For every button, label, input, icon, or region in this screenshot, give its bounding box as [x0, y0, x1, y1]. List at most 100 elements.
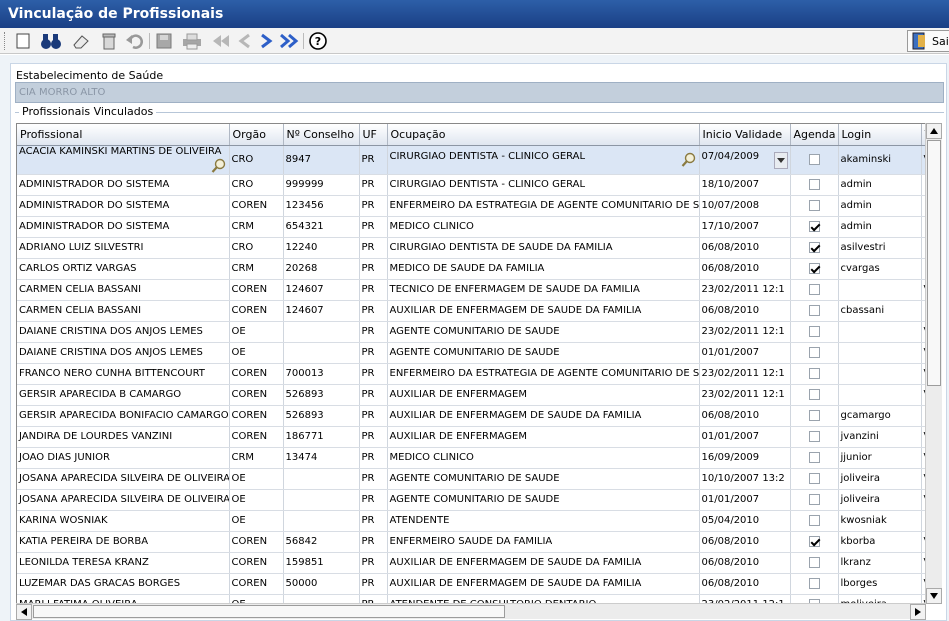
date-dropdown-icon[interactable]: [773, 151, 788, 169]
cell-orgao[interactable]: OE: [229, 321, 284, 343]
cell-login[interactable]: admin: [838, 216, 922, 238]
lookup-magnifier-icon[interactable]: [211, 158, 227, 174]
agenda-checkbox[interactable]: [808, 367, 820, 379]
cell-ocupacao[interactable]: TECNICO DE ENFERMAGEM DE SAUDE DA FAMILI…: [387, 279, 700, 301]
cell-ocupacao[interactable]: AGENTE COMUNITARIO DE SAUDE: [387, 321, 700, 343]
table-row[interactable]: DAIANE CRISTINA DOS ANJOS LEMES OE PR AGENT…: [17, 342, 925, 364]
cell-orgao[interactable]: OE: [229, 468, 284, 490]
cell-inicio-validade[interactable]: 10/07/2008: [699, 195, 791, 217]
cell-agenda[interactable]: [790, 384, 839, 406]
table-row[interactable]: JOSANA APARECIDA SILVEIRA DE OLIVEIRA OE P…: [17, 468, 925, 490]
table-row[interactable]: ADRIANO LUIZ SILVESTRI CRO 12240 PR CIRURGIA…: [17, 237, 925, 259]
cell-agenda[interactable]: [790, 405, 839, 427]
cell-conselho[interactable]: 8947: [283, 145, 360, 175]
cell-agenda[interactable]: [790, 321, 839, 343]
col-header-uf[interactable]: UF: [359, 124, 388, 146]
cell-uf[interactable]: PR: [359, 216, 388, 238]
cell-orgao[interactable]: OE: [229, 510, 284, 532]
cell-ocupacao[interactable]: AUXILIAR DE ENFERMAGEM: [387, 384, 700, 406]
cell-uf[interactable]: PR: [359, 510, 388, 532]
cell-login[interactable]: asilvestri: [838, 237, 922, 259]
undo-icon[interactable]: [124, 31, 146, 51]
scroll-up-icon[interactable]: [926, 123, 942, 139]
cell-conselho[interactable]: 56842: [283, 531, 360, 553]
agenda-checkbox[interactable]: [808, 472, 820, 484]
cell-ocupacao[interactable]: AUXILIAR DE ENFERMAGEM DE SAUDE DA FAMIL…: [387, 573, 700, 595]
cell-login[interactable]: kwosniak: [838, 510, 922, 532]
cell-ocupacao[interactable]: ENFERMEIRO DA ESTRATEGIA DE AGENTE COMUN…: [387, 195, 700, 217]
cell-profissional[interactable]: LEONILDA TERESA KRANZ: [17, 552, 230, 574]
cell-uf[interactable]: PR: [359, 321, 388, 343]
cell-inicio-validade[interactable]: 06/08/2010: [699, 531, 791, 553]
cell-login[interactable]: admin: [838, 174, 922, 196]
table-row[interactable]: ADMINISTRADOR DO SISTEMA CRO 999999 PR CIRUR…: [17, 174, 925, 196]
cell-profissional[interactable]: KARINA WOSNIAK: [17, 510, 230, 532]
cell-uf[interactable]: PR: [359, 384, 388, 406]
cell-conselho[interactable]: 186771: [283, 426, 360, 448]
cell-agenda[interactable]: [790, 510, 839, 532]
cell-ocupacao[interactable]: MEDICO CLINICO: [387, 447, 700, 469]
cell-login[interactable]: cbassani: [838, 300, 922, 322]
col-header-agenda[interactable]: Agenda: [790, 124, 839, 146]
print-icon[interactable]: [181, 31, 203, 51]
cell-inicio-validade[interactable]: 10/10/2007 13:2: [699, 468, 791, 490]
cell-inicio-validade[interactable]: 06/08/2010: [699, 405, 791, 427]
table-row[interactable]: GERSIR APARECIDA BONIFACIO CAMARGO COREN 5…: [17, 405, 925, 427]
cell-inicio-validade[interactable]: 17/10/2007: [699, 216, 791, 238]
cell-ocupacao[interactable]: CIRURGIAO DENTISTA DE SAUDE DA FAMILIA: [387, 237, 700, 259]
cell-login[interactable]: [838, 321, 922, 343]
col-header-inicio-validade[interactable]: Inicio Validade: [699, 124, 791, 146]
cell-agenda[interactable]: [790, 300, 839, 322]
table-row[interactable]: JOAO DIAS JUNIOR CRM 13474 PR MEDICO CLINICO…: [17, 447, 925, 469]
cell-uf[interactable]: PR: [359, 258, 388, 280]
cell-uf[interactable]: PR: [359, 195, 388, 217]
table-row[interactable]: LUZEMAR DAS GRACAS BORGES COREN 50000 PR AUX…: [17, 573, 925, 595]
agenda-checkbox[interactable]: [808, 220, 820, 232]
table-row[interactable]: CARMEN CELIA BASSANI COREN 124607 PR AUXILIA…: [17, 300, 925, 322]
cell-orgao[interactable]: CRO: [229, 174, 284, 196]
exit-button[interactable]: Sai: [907, 30, 949, 52]
cell-profissional[interactable]: ACACIA KAMINSKI MARTINS DE OLIVEIRA: [17, 145, 230, 175]
cell-conselho[interactable]: 700013: [283, 363, 360, 385]
cell-orgao[interactable]: COREN: [229, 300, 284, 322]
cell-conselho[interactable]: [283, 489, 360, 511]
table-row[interactable]: GERSIR APARECIDA B CAMARGO COREN 526893 PR A…: [17, 384, 925, 406]
cell-login[interactable]: jvanzini: [838, 426, 922, 448]
cell-profissional[interactable]: CARMEN CELIA BASSANI: [17, 300, 230, 322]
cell-uf[interactable]: PR: [359, 145, 388, 175]
cell-ocupacao[interactable]: MEDICO DE SAUDE DA FAMILIA: [387, 258, 700, 280]
agenda-checkbox[interactable]: [808, 178, 820, 190]
save-icon[interactable]: [153, 31, 175, 51]
cell-conselho[interactable]: [283, 342, 360, 364]
cell-uf[interactable]: PR: [359, 468, 388, 490]
table-row[interactable]: ADMINISTRADOR DO SISTEMA COREN 123456 PR ENF…: [17, 195, 925, 217]
cell-profissional[interactable]: JOSANA APARECIDA SILVEIRA DE OLIVEIRA: [17, 468, 230, 490]
cell-conselho[interactable]: 13474: [283, 447, 360, 469]
grid-vertical-scrollbar[interactable]: [925, 123, 942, 604]
agenda-checkbox[interactable]: [808, 514, 820, 526]
cell-agenda[interactable]: [790, 195, 839, 217]
cell-conselho[interactable]: 12240: [283, 237, 360, 259]
cell-ocupacao[interactable]: AGENTE COMUNITARIO DE SAUDE: [387, 489, 700, 511]
table-row[interactable]: CARMEN CELIA BASSANI COREN 124607 PR TECNICO…: [17, 279, 925, 301]
cell-login[interactable]: admin: [838, 195, 922, 217]
cell-conselho[interactable]: 20268: [283, 258, 360, 280]
cell-ocupacao[interactable]: AUXILIAR DE ENFERMAGEM DE SAUDE DA FAMIL…: [387, 552, 700, 574]
cell-profissional[interactable]: JANDIRA DE LOURDES VANZINI: [17, 426, 230, 448]
cell-profissional[interactable]: GERSIR APARECIDA B CAMARGO: [17, 384, 230, 406]
cell-agenda[interactable]: [790, 363, 839, 385]
cell-uf[interactable]: PR: [359, 573, 388, 595]
agenda-checkbox[interactable]: [808, 535, 820, 547]
cell-inicio-validade[interactable]: 06/08/2010: [699, 300, 791, 322]
cell-uf[interactable]: PR: [359, 300, 388, 322]
cell-profissional[interactable]: ADMINISTRADOR DO SISTEMA: [17, 174, 230, 196]
help-icon[interactable]: ?: [307, 31, 329, 51]
cell-orgao[interactable]: OE: [229, 489, 284, 511]
col-header-login[interactable]: Login: [838, 124, 922, 146]
cell-inicio-validade[interactable]: 06/08/2010: [699, 552, 791, 574]
cell-orgao[interactable]: CRM: [229, 447, 284, 469]
cell-login[interactable]: kborba: [838, 531, 922, 553]
cell-agenda[interactable]: [790, 447, 839, 469]
cell-conselho[interactable]: 124607: [283, 279, 360, 301]
cell-ocupacao[interactable]: ATENDENTE: [387, 510, 700, 532]
